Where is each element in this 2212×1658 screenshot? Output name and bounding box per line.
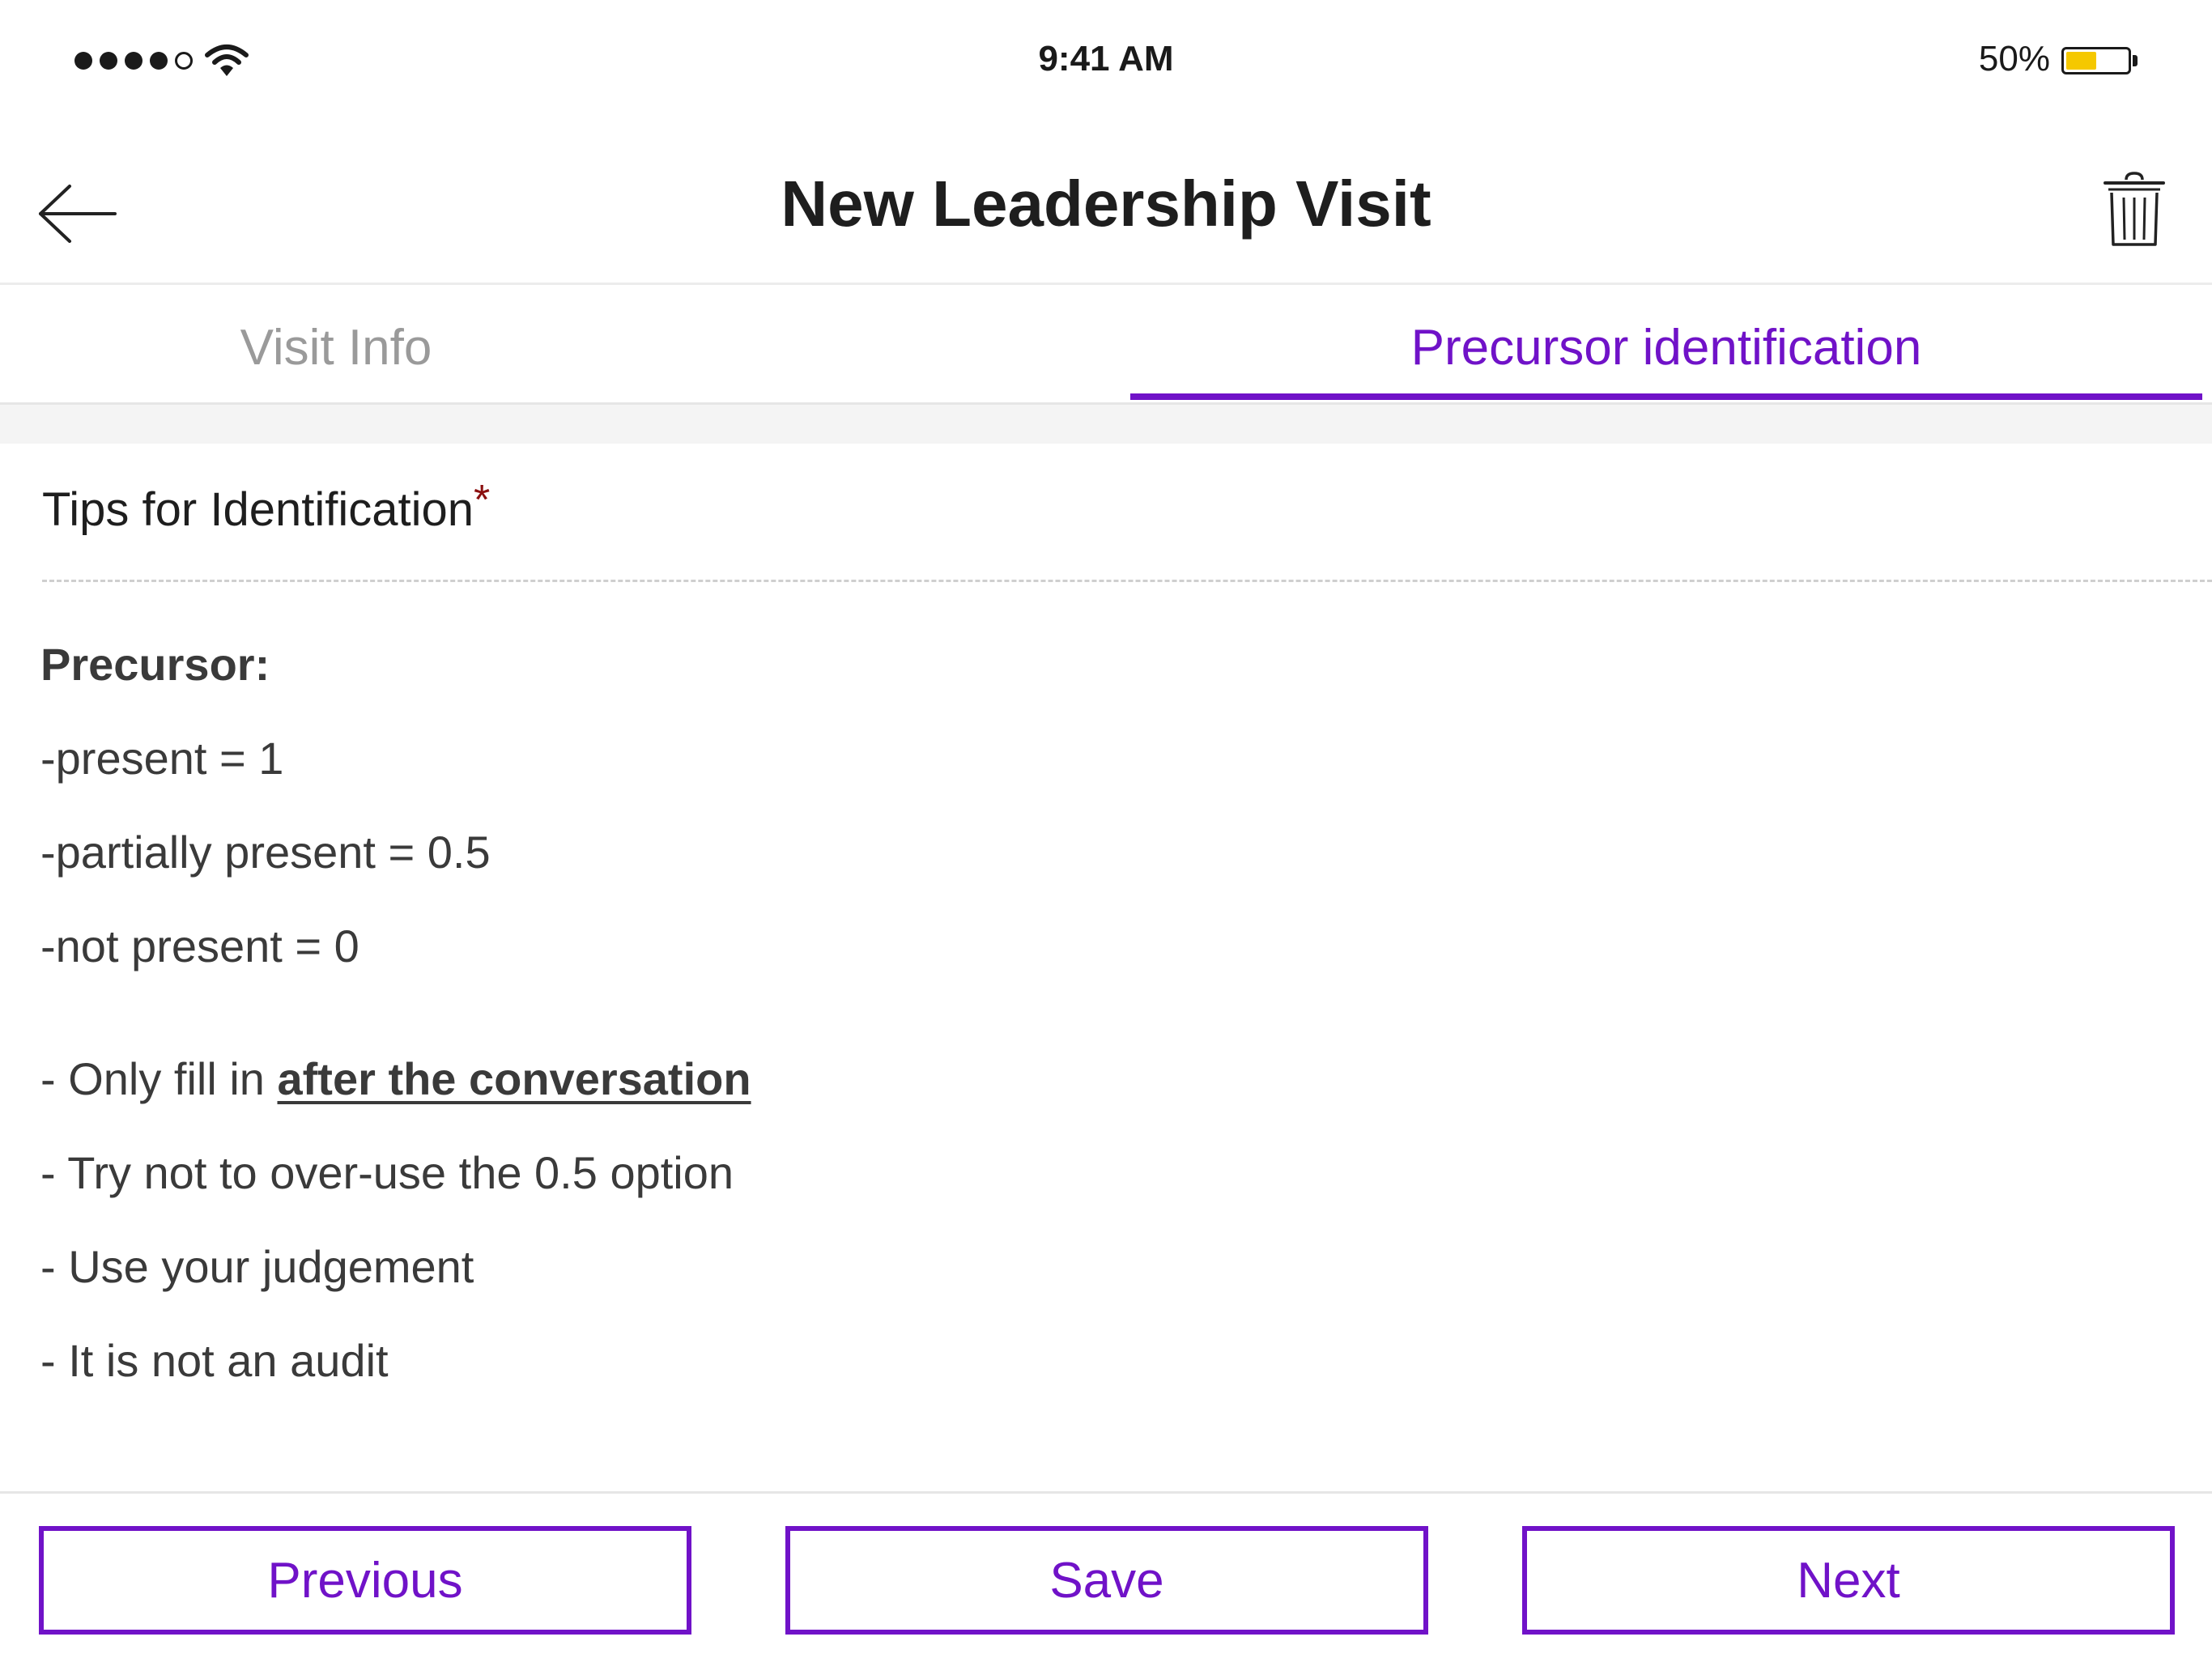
active-tab-indicator	[1130, 393, 2202, 400]
note-fill-emphasis: after the conversation	[277, 1053, 751, 1104]
footer-actions: Previous Save Next	[0, 1491, 2212, 1658]
battery-level	[2066, 52, 2096, 70]
battery-icon	[2061, 47, 2131, 74]
status-time: 9:41 AM	[1038, 39, 1174, 79]
note-judgement: - Use your judgement	[40, 1241, 474, 1292]
page-title: New Leadership Visit	[781, 168, 1431, 240]
note-overuse: - Try not to over-use the 0.5 option	[40, 1147, 734, 1198]
tips-heading: Precursor:	[40, 639, 270, 690]
score-not-present: -not present = 0	[40, 920, 359, 971]
tab-bar: Visit Info Precursor identification	[0, 285, 2212, 405]
save-button[interactable]: Save	[785, 1526, 1428, 1635]
field-label-tips: Tips for Identification*	[42, 477, 490, 537]
score-present: -present = 1	[40, 733, 284, 784]
battery-percent: 50%	[1978, 39, 2050, 79]
status-bar: 9:41 AM 50%	[0, 0, 2212, 121]
section-separator	[0, 405, 2212, 444]
navigation-bar: New Leadership Visit	[0, 121, 2212, 285]
note-fill-prefix: - Only fill in	[40, 1053, 278, 1104]
dashed-divider	[42, 580, 2212, 582]
field-label-text: Tips for Identification	[42, 483, 474, 536]
tab-precursor-identification[interactable]: Precursor identification	[1130, 285, 2202, 405]
note-not-audit: - It is not an audit	[40, 1335, 389, 1386]
battery-tip	[2133, 55, 2138, 66]
note-fill-after: - Only fill in after the conversation	[40, 1052, 751, 1105]
trash-icon[interactable]	[2102, 172, 2167, 248]
required-indicator: *	[474, 477, 491, 524]
next-button[interactable]: Next	[1522, 1526, 2175, 1635]
tab-visit-info[interactable]: Visit Info	[0, 285, 672, 405]
previous-button[interactable]: Previous	[39, 1526, 691, 1635]
score-partially-present: -partially present = 0.5	[40, 827, 491, 878]
